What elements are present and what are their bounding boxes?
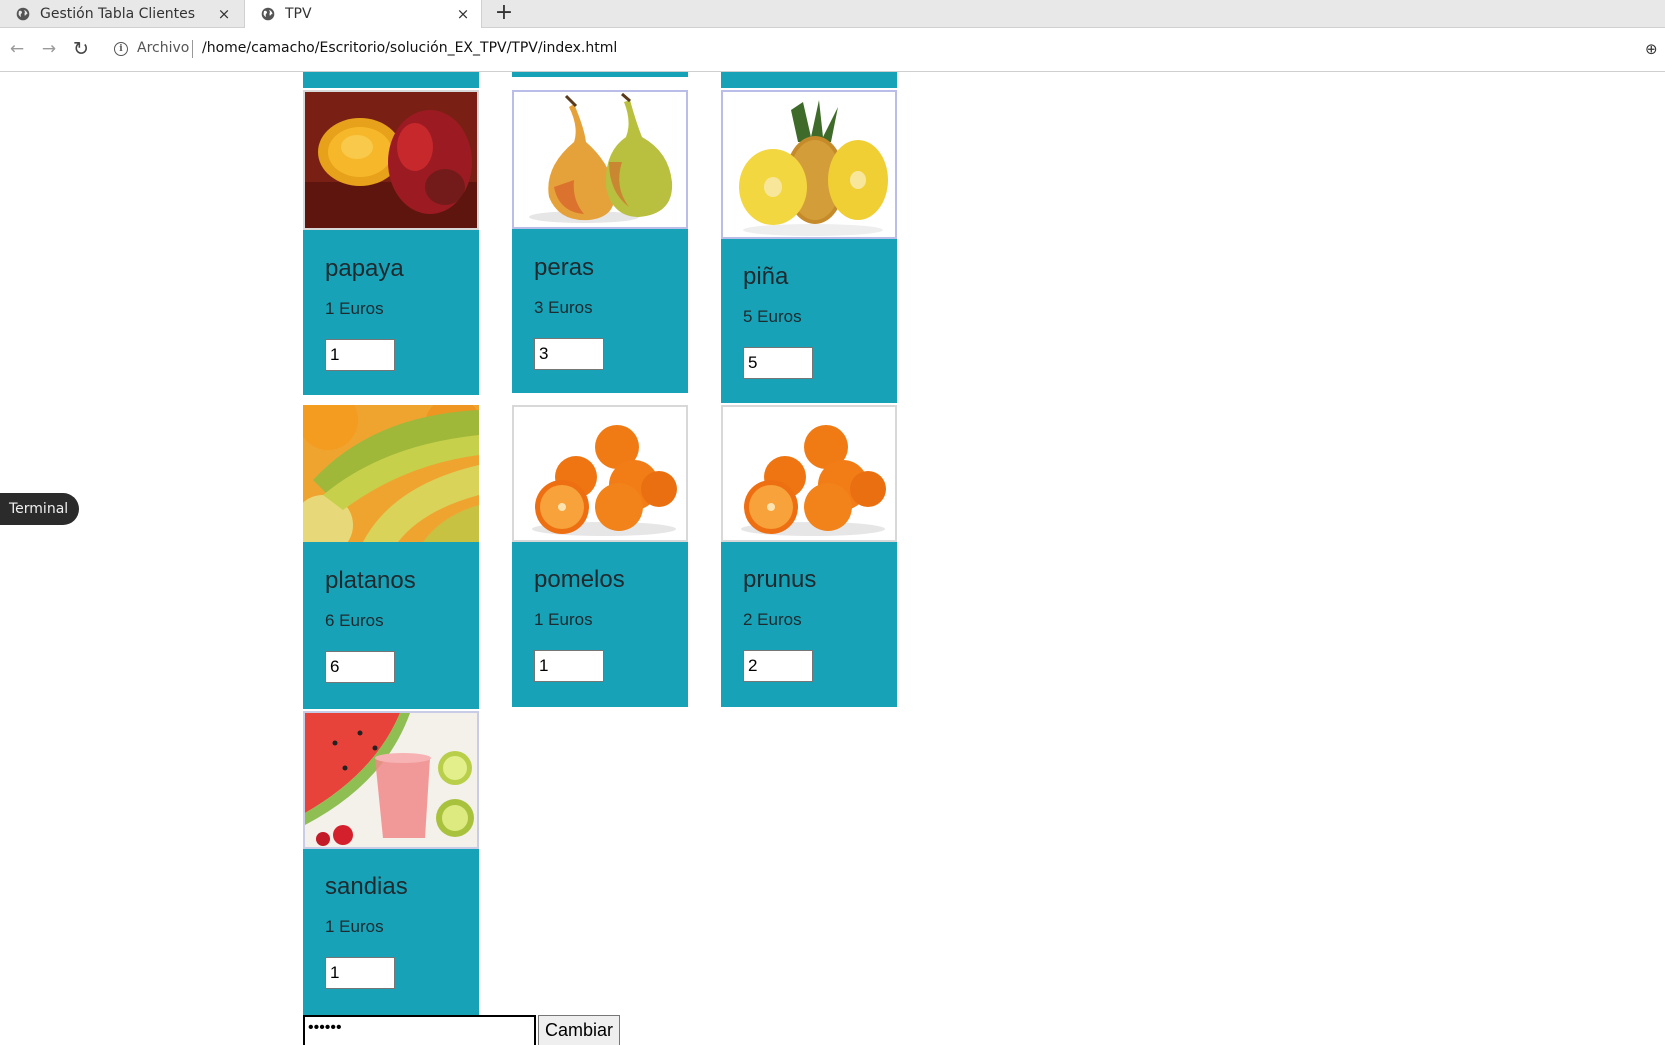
info-icon[interactable]: i bbox=[114, 42, 128, 56]
quantity-input[interactable] bbox=[325, 957, 395, 989]
product-price: 1 Euros bbox=[325, 917, 384, 936]
reload-icon[interactable]: ↻ bbox=[70, 38, 92, 60]
quantity-input[interactable] bbox=[534, 650, 604, 682]
product-card-prunus: prunus 2 Euros bbox=[721, 405, 897, 707]
quantity-input[interactable] bbox=[325, 651, 395, 683]
quantity-input[interactable] bbox=[743, 650, 813, 682]
close-icon[interactable]: × bbox=[216, 6, 232, 22]
papaya-picture bbox=[305, 92, 477, 228]
oranges-image bbox=[512, 405, 688, 542]
product-name: peras bbox=[534, 254, 595, 281]
quantity-input[interactable] bbox=[743, 347, 813, 379]
product-price: 2 Euros bbox=[743, 610, 802, 629]
globe-icon bbox=[261, 7, 275, 21]
product-name: sandias bbox=[325, 873, 408, 900]
product-card-pomelos: pomelos 1 Euros bbox=[512, 405, 688, 707]
product-price: 3 Euros bbox=[534, 298, 593, 317]
previous-card-bottom bbox=[512, 72, 688, 77]
tab-bar: Gestión Tabla Clientes × TPV × + bbox=[0, 0, 1665, 28]
scheme-label: Archivo bbox=[137, 40, 190, 56]
papaya-image bbox=[303, 90, 479, 230]
tab-tpv[interactable]: TPV × bbox=[244, 0, 482, 28]
product-price: 1 Euros bbox=[534, 610, 593, 629]
tab-title: TPV bbox=[285, 6, 312, 22]
tab-gestion-clientes[interactable]: Gestión Tabla Clientes × bbox=[0, 0, 242, 27]
browser-toolbar: ← → ↻ i Archivo /home/camacho/Escritorio… bbox=[0, 28, 1665, 72]
oranges-picture bbox=[514, 407, 686, 540]
product-price: 1 Euros bbox=[325, 299, 384, 318]
password-field[interactable]: •••••• bbox=[303, 1015, 536, 1045]
product-name: piña bbox=[743, 263, 789, 290]
product-name: prunus bbox=[743, 566, 817, 593]
product-card-papaya: papaya 1 Euros bbox=[303, 90, 479, 395]
product-name: pomelos bbox=[534, 566, 625, 593]
product-card-platanos: platanos 6 Euros bbox=[303, 405, 479, 709]
product-name: papaya bbox=[325, 255, 404, 282]
bananas-image bbox=[303, 405, 479, 542]
back-arrow-icon[interactable]: ← bbox=[6, 38, 28, 60]
product-card-pina: piña 5 Euros bbox=[721, 90, 897, 403]
watermelon-image bbox=[303, 711, 479, 849]
bananas-picture bbox=[303, 405, 479, 542]
forward-arrow-icon[interactable]: → bbox=[38, 38, 60, 60]
quantity-input[interactable] bbox=[534, 338, 604, 370]
new-tab-button[interactable]: + bbox=[492, 0, 516, 27]
previous-card-bottom bbox=[303, 72, 479, 88]
watermelon-picture bbox=[305, 713, 477, 847]
close-icon[interactable]: × bbox=[455, 6, 471, 22]
product-card-peras: peras 3 Euros bbox=[512, 90, 688, 393]
product-name: platanos bbox=[325, 567, 416, 594]
address-bar[interactable]: /home/camacho/Escritorio/solución_EX_TPV… bbox=[202, 40, 617, 56]
pears-image bbox=[512, 90, 688, 229]
change-button[interactable]: Cambiar bbox=[538, 1015, 620, 1045]
product-price: 6 Euros bbox=[325, 611, 384, 630]
pineapple-image bbox=[721, 90, 897, 239]
pears-picture bbox=[514, 92, 686, 227]
globe-icon bbox=[16, 7, 30, 20]
oranges-picture bbox=[723, 407, 895, 540]
quantity-input[interactable] bbox=[325, 339, 395, 371]
page-viewport: papaya 1 Euros peras 3 Euros bbox=[0, 72, 1665, 1042]
pineapple-picture bbox=[723, 92, 895, 237]
product-price: 5 Euros bbox=[743, 307, 802, 326]
product-card-sandias: sandias 1 Euros bbox=[303, 711, 479, 1021]
previous-card-bottom bbox=[721, 72, 897, 88]
address-separator bbox=[192, 40, 193, 58]
tab-title: Gestión Tabla Clientes bbox=[40, 5, 196, 22]
terminal-tooltip: Terminal bbox=[0, 493, 79, 525]
oranges-image bbox=[721, 405, 897, 542]
zoom-icon[interactable]: ⊕ bbox=[1645, 40, 1663, 58]
